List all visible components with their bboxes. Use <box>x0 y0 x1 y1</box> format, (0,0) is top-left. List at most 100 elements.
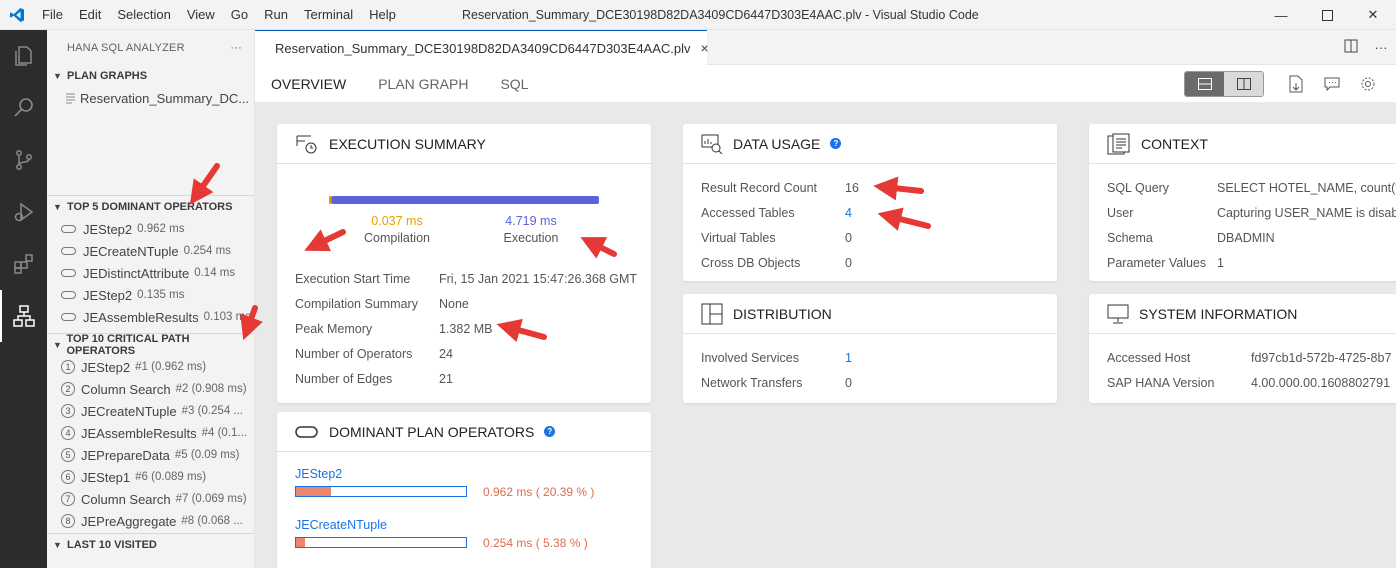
rank-icon: 8 <box>61 514 75 528</box>
detail-row: Accessed Host fd97cb1d-572b-4725-8b7 <box>1107 350 1392 365</box>
list-item[interactable]: 2 Column Search #2 (0.908 ms) <box>47 378 254 400</box>
dominant-op-name[interactable]: JECreateNTuple <box>295 518 387 532</box>
compilation-segment <box>329 196 332 204</box>
vscode-logo-icon <box>0 0 34 30</box>
maximize-icon[interactable] <box>1304 0 1350 30</box>
section-top10[interactable]: ▼ TOP 10 CRITICAL PATH OPERATORS <box>47 333 254 357</box>
detail-row: Parameter Values 1 <box>1107 255 1224 270</box>
list-item[interactable]: JEStep2 0.135 ms <box>47 284 254 306</box>
menu-terminal[interactable]: Terminal <box>296 0 361 30</box>
distribution-card: DISTRIBUTION Involved Services 1 Network … <box>683 294 1057 403</box>
menu-go[interactable]: Go <box>223 0 256 30</box>
view-tabs: OVERVIEW PLAN GRAPH SQL <box>255 65 1396 103</box>
menu-selection[interactable]: Selection <box>109 0 178 30</box>
monitor-icon <box>1107 303 1129 325</box>
data-usage-title: DATA USAGE <box>733 135 821 152</box>
plan-graph-item-label: Reservation_Summary_DC... <box>80 90 250 106</box>
editor-area: OVERVIEW PLAN GRAPH SQL EXECUTION SUMMAR… <box>255 65 1396 568</box>
menu-run[interactable]: Run <box>256 0 296 30</box>
execution-summary-card: EXECUTION SUMMARY 0.037 ms Compilation 4… <box>277 124 651 403</box>
section-last10-label: LAST 10 VISITED <box>67 539 157 551</box>
dominant-operators-card: DOMINANT PLAN OPERATORS ? JEStep2 0.962 … <box>277 412 651 568</box>
list-item[interactable]: JECreateNTuple 0.254 ms <box>47 240 254 262</box>
menu-edit[interactable]: Edit <box>71 0 109 30</box>
more-actions-icon[interactable]: ··· <box>1366 40 1396 55</box>
run-debug-icon[interactable] <box>0 186 47 238</box>
list-item[interactable]: 8 JEPreAggregate #8 (0.068 ... <box>47 510 254 532</box>
extensions-icon[interactable] <box>0 238 47 290</box>
list-item[interactable]: 3 JECreateNTuple #3 (0.254 ... <box>47 400 254 422</box>
operator-icon <box>61 225 76 233</box>
window-controls: — ✕ <box>1258 0 1396 30</box>
layout-vertical-icon[interactable] <box>1224 72 1263 96</box>
file-icon <box>66 93 75 104</box>
rank-icon: 2 <box>61 382 75 396</box>
data-usage-icon <box>701 134 723 154</box>
help-icon[interactable]: ? <box>544 426 556 437</box>
close-tab-icon[interactable]: × <box>701 40 709 56</box>
close-window-icon[interactable]: ✕ <box>1350 0 1396 30</box>
tab-sql[interactable]: SQL <box>500 76 528 92</box>
execution-label: Execution <box>503 231 559 245</box>
split-editor-icon[interactable] <box>1336 39 1366 56</box>
feedback-icon[interactable] <box>1314 72 1350 96</box>
layout-horizontal-icon[interactable] <box>1185 72 1224 96</box>
dominant-op-bar <box>295 537 467 548</box>
data-usage-card: DATA USAGE ? Result Record Count 16 Acces… <box>683 124 1057 281</box>
list-item[interactable]: JEStep2 0.962 ms <box>47 218 254 240</box>
execution-segment <box>331 196 599 204</box>
menu-help[interactable]: Help <box>361 0 404 30</box>
plan-graph-item[interactable]: Reservation_Summary_DC... <box>47 87 254 109</box>
dominant-op-bar-fill <box>296 487 331 496</box>
involved-services-link[interactable]: 1 <box>845 351 852 365</box>
section-last10[interactable]: ▼ LAST 10 VISITED <box>47 534 254 556</box>
list-item[interactable]: 1 JEStep2 #1 (0.962 ms) <box>47 356 254 378</box>
system-info-card: SYSTEM INFORMATION Accessed Host fd97cb1d… <box>1089 294 1396 403</box>
detail-row: Involved Services 1 <box>701 350 852 365</box>
context-title: CONTEXT <box>1141 135 1208 152</box>
minimize-icon[interactable]: — <box>1258 0 1304 30</box>
menu-file[interactable]: File <box>34 0 71 30</box>
dominant-operators-title: DOMINANT PLAN OPERATORS <box>329 423 535 440</box>
detail-row: Execution Start Time Fri, 15 Jan 2021 15:… <box>295 271 638 286</box>
source-control-icon[interactable] <box>0 134 47 186</box>
more-actions-icon[interactable]: ··· <box>230 42 242 54</box>
help-icon[interactable]: ? <box>830 138 842 149</box>
gear-icon[interactable] <box>1350 72 1386 96</box>
dominant-op-value: 0.962 ms ( 20.39 % ) <box>483 485 595 499</box>
accessed-tables-link[interactable]: 4 <box>845 206 852 220</box>
section-top5-label: TOP 5 DOMINANT OPERATORS <box>67 201 233 213</box>
detail-row: Accessed Tables 4 <box>701 205 852 220</box>
list-item[interactable]: JEDistinctAttribute 0.14 ms <box>47 262 254 284</box>
list-item[interactable]: 7 Column Search #7 (0.069 ms) <box>47 488 254 510</box>
detail-row: SQL Query SELECT HOTEL_NAME, count(*) <box>1107 180 1396 195</box>
section-top5[interactable]: ▼ TOP 5 DOMINANT OPERATORS <box>47 196 254 218</box>
hana-sql-analyzer-icon[interactable] <box>0 290 47 342</box>
dominant-op-name[interactable]: JEStep2 <box>295 467 342 481</box>
execution-details: Execution Start Time Fri, 15 Jan 2021 15:… <box>295 266 637 391</box>
detail-row: Number of Edges 21 <box>295 371 453 386</box>
list-item[interactable]: JEAssembleResults 0.103 ms <box>47 306 254 328</box>
compilation-label: Compilation <box>363 231 430 245</box>
chevron-down-icon: ▼ <box>53 540 62 550</box>
explorer-icon[interactable] <box>0 30 47 82</box>
context-card: CONTEXT SQL Query SELECT HOTEL_NAME, coun… <box>1089 124 1396 281</box>
menu-view[interactable]: View <box>179 0 223 30</box>
list-item[interactable]: 4 JEAssembleResults #4 (0.1... <box>47 422 254 444</box>
detail-row: Schema DBADMIN <box>1107 230 1275 245</box>
compilation-execution-bar <box>329 196 599 204</box>
search-icon[interactable] <box>0 82 47 134</box>
dominant-op-value: 0.254 ms ( 5.38 % ) <box>483 536 588 550</box>
tab-reservation-summary[interactable]: Reservation_Summary_DCE30198D82DA3409CD6… <box>255 30 709 65</box>
distribution-icon <box>701 303 723 325</box>
list-item[interactable]: 6 JEStep1 #6 (0.089 ms) <box>47 466 254 488</box>
tab-plan-graph[interactable]: PLAN GRAPH <box>378 76 468 92</box>
tab-overview[interactable]: OVERVIEW <box>271 76 346 92</box>
section-plan-graphs[interactable]: ▼ PLAN GRAPHS <box>47 65 254 87</box>
list-item[interactable]: 5 JEPrepareData #5 (0.09 ms) <box>47 444 254 466</box>
execution-summary-title: EXECUTION SUMMARY <box>329 135 486 152</box>
operator-icon <box>61 291 76 299</box>
export-icon[interactable] <box>1278 72 1314 96</box>
layout-toggle <box>1184 71 1264 97</box>
operator-icon <box>295 425 319 439</box>
